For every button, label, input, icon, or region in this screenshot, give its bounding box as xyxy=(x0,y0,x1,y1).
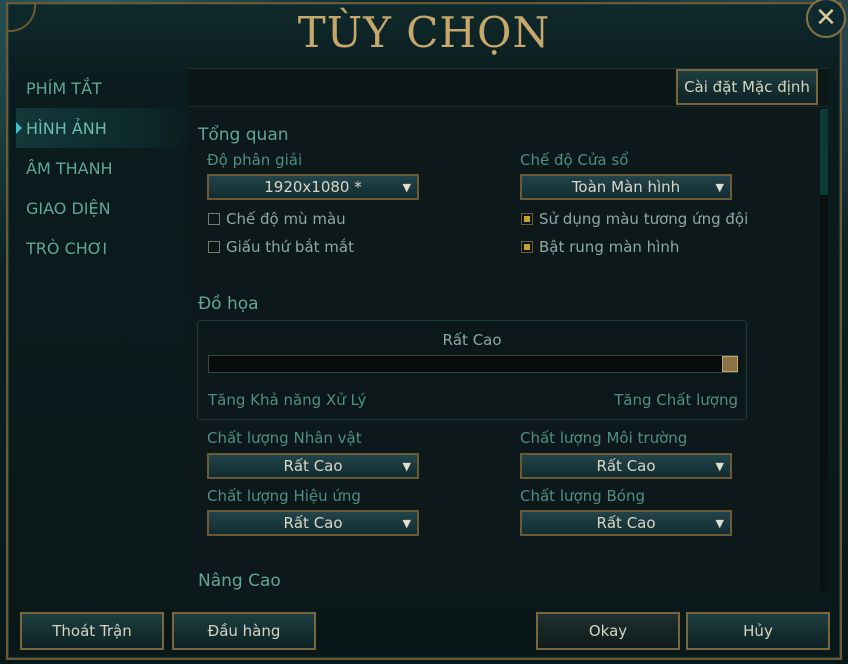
sidebar-item-label: PHÍM TẮT xyxy=(26,78,102,98)
graphics-quality-box: Rất Cao Tăng Khả năng Xử Lý Tăng Chất lư… xyxy=(197,320,747,420)
shadow-quality-dropdown[interactable]: Rất Cao ▼ xyxy=(520,510,732,536)
sidebar-item-label: ÂM THANH xyxy=(26,158,113,178)
chevron-down-icon: ▼ xyxy=(715,517,724,530)
section-title-graphics: Đồ họa xyxy=(198,294,259,314)
sidebar: PHÍM TẮT HÌNH ẢNH ÂM THANH GIAO DIỆN TRÒ… xyxy=(16,68,186,268)
dropdown-value: Rất Cao xyxy=(596,457,656,475)
dropdown-value: Rất Cao xyxy=(283,514,343,532)
environment-quality-dropdown[interactable]: Rất Cao ▼ xyxy=(520,453,732,479)
checkbox-label: Bật rung màn hình xyxy=(539,238,680,256)
sidebar-item-label: GIAO DIỆN xyxy=(26,198,111,218)
checkbox-label: Sử dụng màu tương ứng đội xyxy=(539,210,749,228)
checkbox-icon xyxy=(208,213,220,225)
section-title-overview: Tổng quan xyxy=(198,125,289,145)
resolution-dropdown[interactable]: 1920x1080 * ▼ xyxy=(207,174,419,200)
chevron-down-icon: ▼ xyxy=(715,181,724,194)
sidebar-item-game[interactable]: TRÒ CHƠI xyxy=(16,228,186,268)
checkbox-label: Giấu thứ bắt mắt xyxy=(226,238,354,256)
chevron-down-icon: ▼ xyxy=(402,517,411,530)
screen-shake-checkbox[interactable]: Bật rung màn hình xyxy=(521,238,679,256)
scrollbar-thumb[interactable] xyxy=(820,109,828,195)
graphics-slider-handle[interactable] xyxy=(722,356,738,372)
performance-hint: Tăng Khả năng Xử Lý xyxy=(208,391,367,409)
graphics-slider-track[interactable] xyxy=(208,355,738,373)
chevron-down-icon: ▼ xyxy=(402,181,411,194)
sidebar-item-label: HÌNH ẢNH xyxy=(26,118,107,138)
dropdown-value: 1920x1080 * xyxy=(264,178,362,196)
settings-panel: Cài đặt Mặc định Tổng quan Độ phân giải … xyxy=(188,68,828,592)
effects-quality-label: Chất lượng Hiệu ứng xyxy=(207,487,361,505)
team-colors-checkbox[interactable]: Sử dụng màu tương ứng đội xyxy=(521,210,748,228)
sidebar-item-interface[interactable]: GIAO DIỆN xyxy=(16,188,186,228)
window-mode-label: Chế độ Cửa sổ xyxy=(520,151,629,169)
environment-quality-label: Chất lượng Môi trường xyxy=(520,429,688,447)
sidebar-item-label: TRÒ CHƠI xyxy=(26,238,108,258)
window-mode-dropdown[interactable]: Toàn Màn hình ▼ xyxy=(520,174,732,200)
cancel-button[interactable]: Hủy xyxy=(686,612,830,650)
hide-eyecandy-checkbox[interactable]: Giấu thứ bắt mắt xyxy=(208,238,354,256)
okay-button[interactable]: Okay xyxy=(536,612,680,650)
shadow-quality-label: Chất lượng Bóng xyxy=(520,487,645,505)
surrender-button[interactable]: Đầu hàng xyxy=(172,612,316,650)
resolution-label: Độ phân giải xyxy=(207,151,303,169)
checkbox-checked-icon xyxy=(521,213,533,225)
restore-defaults-button[interactable]: Cài đặt Mặc định xyxy=(676,69,818,105)
panel-toolbar: Cài đặt Mặc định xyxy=(188,69,828,107)
close-icon: ✕ xyxy=(815,3,837,33)
effects-quality-dropdown[interactable]: Rất Cao ▼ xyxy=(207,510,419,536)
character-quality-label: Chất lượng Nhân vật xyxy=(207,429,362,447)
window-title: TÙY CHỌN xyxy=(297,8,551,57)
dropdown-value: Toàn Màn hình xyxy=(571,178,681,196)
character-quality-dropdown[interactable]: Rất Cao ▼ xyxy=(207,453,419,479)
chevron-down-icon: ▼ xyxy=(402,460,411,473)
checkbox-checked-icon xyxy=(521,241,533,253)
section-title-advanced: Nâng Cao xyxy=(198,571,281,591)
dropdown-value: Rất Cao xyxy=(283,457,343,475)
sidebar-item-hotkeys[interactable]: PHÍM TẮT xyxy=(16,68,186,108)
quality-hint: Tăng Chất lượng xyxy=(614,391,738,409)
exit-match-button[interactable]: Thoát Trận xyxy=(20,612,164,650)
checkbox-label: Chế độ mù màu xyxy=(226,210,346,228)
chevron-down-icon: ▼ xyxy=(715,460,724,473)
graphics-level-label: Rất Cao xyxy=(442,331,502,349)
dropdown-value: Rất Cao xyxy=(596,514,656,532)
sidebar-item-sound[interactable]: ÂM THANH xyxy=(16,148,186,188)
checkbox-icon xyxy=(208,241,220,253)
sidebar-item-video[interactable]: HÌNH ẢNH xyxy=(16,108,186,148)
colorblind-checkbox[interactable]: Chế độ mù màu xyxy=(208,210,346,228)
